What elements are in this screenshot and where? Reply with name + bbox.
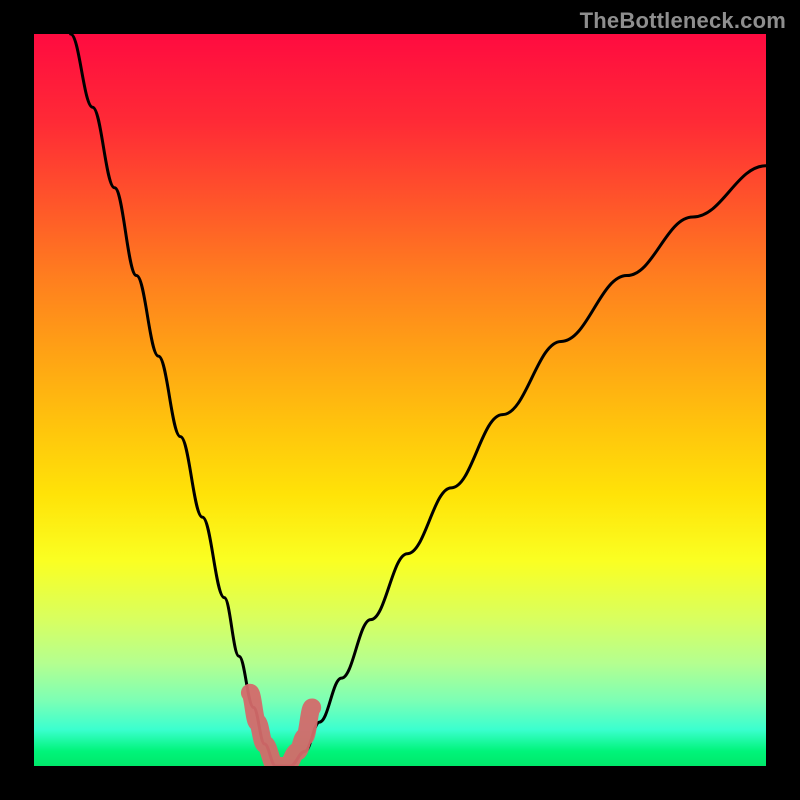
highlight-band [250,693,312,766]
curve-layer [34,34,766,766]
plot-area [34,34,766,766]
bottleneck-curve [71,34,766,766]
chart-frame: TheBottleneck.com [0,0,800,800]
watermark-text: TheBottleneck.com [580,8,786,34]
